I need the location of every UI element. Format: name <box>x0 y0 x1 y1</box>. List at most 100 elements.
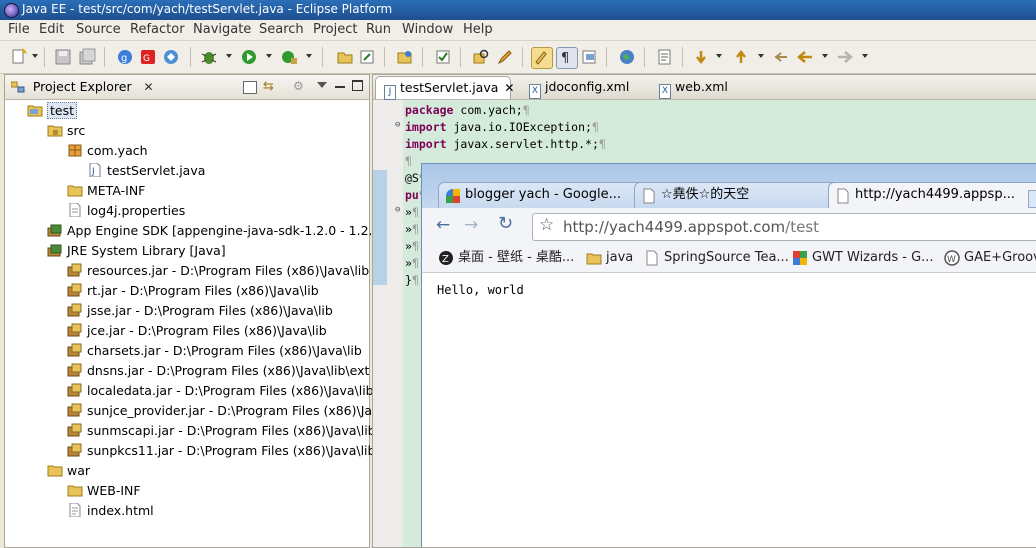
tree-item[interactable]: rt.jar - D:\Program Files (x86)\Java\lib <box>67 281 319 301</box>
bookmark-zhuoku[interactable]: Z 桌面 - 壁纸 - 桌酷... <box>438 248 574 268</box>
new-java-project-icon[interactable] <box>336 48 354 66</box>
menu-project[interactable]: Project <box>313 22 357 37</box>
tab-project-explorer[interactable]: Project Explorer ✕ <box>7 77 158 97</box>
tree-item[interactable]: resources.jar - D:\Program Files (x86)\J… <box>67 261 369 281</box>
zhuoku-icon: Z <box>439 251 453 265</box>
menu-source[interactable]: Source <box>76 22 121 37</box>
maximize-icon[interactable] <box>352 80 363 91</box>
back-icon[interactable] <box>796 48 814 66</box>
forward-icon[interactable]: → <box>464 215 478 235</box>
tree-item[interactable]: App Engine SDK [appengine-java-sdk-1.2.0… <box>47 221 385 241</box>
new-tab-button[interactable] <box>1028 190 1036 208</box>
jar-icon <box>67 403 83 417</box>
app-engine-icon[interactable] <box>162 48 180 66</box>
run-icon[interactable] <box>240 48 258 66</box>
tab-jdoconfig-xml[interactable]: Xjdoconfig.xml <box>521 76 637 99</box>
mark-occurrences-icon[interactable] <box>531 47 553 69</box>
fold-icon[interactable]: ⊖ <box>395 120 400 130</box>
menu-refactor[interactable]: Refactor <box>130 22 185 37</box>
project-explorer-label: Project Explorer <box>32 79 132 94</box>
code-text: » <box>405 222 412 236</box>
tree-item[interactable]: sunmscapi.jar - D:\Program Files (x86)\J… <box>67 421 388 441</box>
code-line: import javax.servlet.http.*;¶ <box>405 136 606 153</box>
bookmark-springsource[interactable]: SpringSource Tea... <box>644 248 789 268</box>
back-icon[interactable]: ← <box>436 215 450 235</box>
menu-navigate[interactable]: Navigate <box>193 22 251 37</box>
save-icon[interactable] <box>54 48 72 66</box>
star-icon[interactable]: ☆ <box>539 215 554 235</box>
bookmark-gae-groovy[interactable]: W GAE+Groovl <box>944 248 1036 268</box>
menu-edit[interactable]: Edit <box>39 22 64 37</box>
block-selection-icon[interactable] <box>580 48 598 66</box>
previous-annotation-icon[interactable] <box>732 48 750 66</box>
filter-icon[interactable]: ⚙ <box>293 79 304 93</box>
collapse-all-icon[interactable] <box>243 81 257 94</box>
external-tools-icon[interactable] <box>280 48 298 66</box>
folder-icon <box>586 253 602 265</box>
package-icon <box>67 143 83 157</box>
project-icon <box>27 103 43 117</box>
last-edit-icon[interactable] <box>772 48 790 66</box>
menu-run[interactable]: Run <box>366 22 391 37</box>
tree-item[interactable]: localedata.jar - D:\Program Files (x86)\… <box>67 381 386 401</box>
tree-item[interactable]: sunjce_provider.jar - D:\Program Files (… <box>67 401 387 421</box>
tree-item[interactable]: dnsns.jar - D:\Program Files (x86)\Java\… <box>67 361 369 381</box>
tab-web-xml[interactable]: Xweb.xml <box>651 76 736 99</box>
folder-icon <box>47 463 63 477</box>
tree-item[interactable]: JtestServlet.java <box>87 161 205 181</box>
code-line: package com.yach;¶ <box>405 102 530 119</box>
tree-item[interactable]: META-INF <box>67 181 145 201</box>
tree-item[interactable]: jce.jar - D:\Program Files (x86)\Java\li… <box>67 321 327 341</box>
tab-title: blogger yach - Google... <box>465 187 622 202</box>
menu-window[interactable]: Window <box>402 22 453 37</box>
forward-icon[interactable] <box>836 48 854 66</box>
code-text: } <box>405 273 412 287</box>
view-menu-icon[interactable] <box>317 82 327 88</box>
web-browser-icon[interactable] <box>618 48 636 66</box>
open-task-icon[interactable] <box>434 48 452 66</box>
browser-tab-appspot[interactable]: http://yach4499.appsp... ✕ <box>828 182 1036 209</box>
fold-icon[interactable]: ⊖ <box>395 205 400 215</box>
annotation-icon[interactable] <box>656 48 674 66</box>
new-icon[interactable] <box>10 48 28 66</box>
next-annotation-icon[interactable] <box>692 48 710 66</box>
tree-item[interactable]: WEB-INF <box>67 481 141 501</box>
tree-item[interactable]: charsets.jar - D:\Program Files (x86)\Ja… <box>67 341 362 361</box>
address-bar[interactable]: ☆ http://yach4499.appspot.com/test <box>532 213 1036 241</box>
minimize-icon[interactable] <box>335 86 345 88</box>
close-icon[interactable]: ✕ <box>504 81 514 95</box>
tree-item[interactable]: test <box>27 101 78 121</box>
save-all-icon[interactable] <box>78 48 96 66</box>
reload-icon[interactable]: ↻ <box>498 213 513 234</box>
search-icon[interactable] <box>472 48 490 66</box>
tree-item[interactable]: log4j.properties <box>67 201 185 221</box>
tree-item[interactable]: sunpkcs11.jar - D:\Program Files (x86)\J… <box>67 441 387 461</box>
pen-icon[interactable] <box>496 48 514 66</box>
bookmark-gwt-wizards[interactable]: GWT Wizards - G... <box>792 248 934 268</box>
tree-item[interactable]: index.html <box>67 501 154 521</box>
gwt-compile-icon[interactable]: G <box>139 48 157 66</box>
editor-tab-bar: JtestServlet.java ✕ Xjdoconfig.xml Xweb.x… <box>373 75 1036 100</box>
tree-item[interactable]: JRE System Library [Java] <box>47 241 226 261</box>
link-with-editor-icon[interactable]: ⇆ <box>263 79 274 94</box>
menu-search[interactable]: Search <box>259 22 304 37</box>
show-whitespace-icon[interactable]: ¶ <box>556 47 578 69</box>
menu-file[interactable]: File <box>8 22 30 37</box>
bookmark-java[interactable]: java <box>586 248 633 268</box>
menu-help[interactable]: Help <box>463 22 493 37</box>
browser-tab-blogger[interactable]: blogger yach - Google... ✕ <box>438 182 656 209</box>
debug-icon[interactable] <box>200 48 218 66</box>
google-deploy-icon[interactable]: g <box>116 48 134 66</box>
pilcrow-icon: ¶ <box>411 273 419 287</box>
close-icon[interactable]: ✕ <box>143 80 153 94</box>
tree-item[interactable]: com.yach <box>67 141 148 161</box>
tree-item[interactable]: war <box>47 461 90 481</box>
tree-item[interactable]: src <box>47 121 85 141</box>
tab-testservlet-java[interactable]: JtestServlet.java ✕ <box>375 76 514 100</box>
tree-item[interactable]: jsse.jar - D:\Program Files (x86)\Java\l… <box>67 301 333 321</box>
open-type-icon[interactable] <box>396 48 414 66</box>
browser-tab-blog[interactable]: ☆堯佚☆的天空 ✕ <box>634 182 852 209</box>
new-class-icon[interactable] <box>358 48 376 66</box>
tree-item-label: rt.jar - D:\Program Files (x86)\Java\lib <box>87 283 319 298</box>
java-file-icon: J <box>384 85 396 100</box>
